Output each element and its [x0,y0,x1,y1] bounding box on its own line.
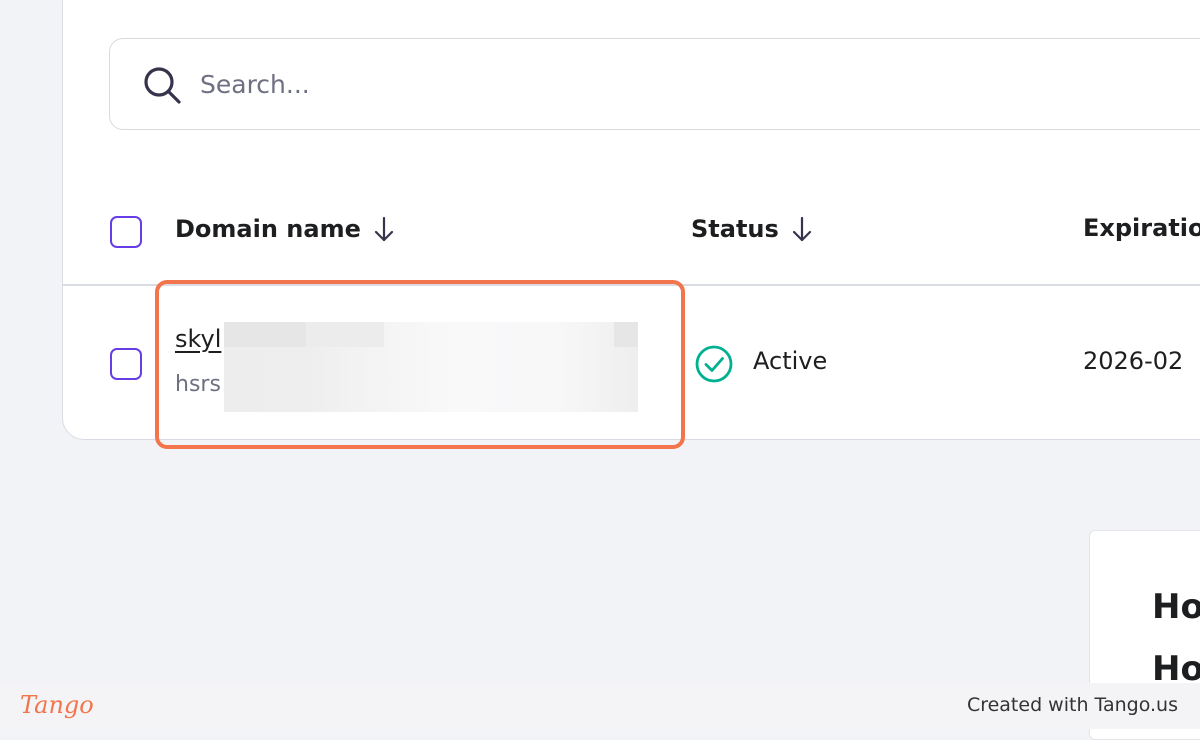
footer-bar: Tango Created with Tango.us [0,683,1200,729]
check-circle-icon [695,345,733,383]
column-header-label: Status [691,215,779,243]
tango-logo: Tango [20,691,94,719]
expiration-date: 2026-02 [1083,347,1184,375]
column-header-domain-name[interactable]: Domain name [175,214,395,244]
search-input[interactable] [200,59,1100,109]
status-badge: Active [753,347,828,375]
search-box[interactable] [109,38,1200,130]
column-header-label: Domain name [175,215,361,243]
row-checkbox[interactable] [110,348,142,380]
arrow-down-icon[interactable] [791,214,813,244]
highlight-box [155,280,685,449]
column-header-expiration[interactable]: Expiration [1083,214,1200,242]
promo-heading: Ho [1152,587,1200,627]
column-header-status[interactable]: Status [691,214,813,244]
select-all-checkbox[interactable] [110,216,142,248]
tango-credit: Created with Tango.us [966,694,1178,716]
arrow-down-icon[interactable] [373,214,395,244]
search-icon [144,67,181,104]
column-header-label: Expiration [1083,214,1200,242]
